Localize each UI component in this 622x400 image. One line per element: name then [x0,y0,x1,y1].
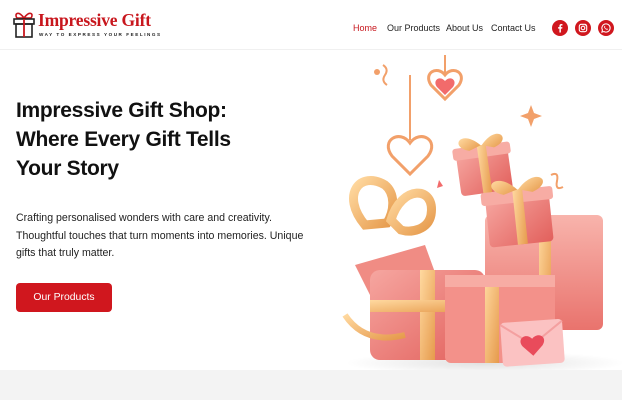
nav-item-our-products[interactable]: Our Products [387,23,440,33]
facebook-icon[interactable] [552,20,568,36]
hero-title-line: Your Story [16,157,119,180]
hero-title: Impressive Gift Shop: Where Every Gift T… [16,96,306,183]
nav-item-contact-us[interactable]: Contact Us [491,23,536,33]
nav-item-about-us[interactable]: About Us [446,23,483,33]
section-divider-band [0,370,622,400]
hero-title-line: Impressive Gift Shop: [16,99,227,122]
brand-name: Impressive Gift [38,10,151,30]
instagram-icon[interactable] [575,20,591,36]
hero-description-line: gifts that truly matter. [16,247,115,259]
gift-boxes-illustration [342,55,622,375]
hero-description-line: Thoughtful touches that turn moments int… [16,229,304,242]
brand-logo[interactable]: Impressive Gift WAY TO EXPRESS YOUR FEEL… [12,9,160,41]
brand-tagline: WAY TO EXPRESS YOUR FEELINGS [39,32,162,37]
site-header: Impressive Gift WAY TO EXPRESS YOUR FEEL… [0,0,622,50]
nav-item-home[interactable]: Home [353,23,377,33]
hero-description-line: Crafting personalised wonders with care … [16,212,272,224]
hero-description: Crafting personalised wonders with care … [16,210,304,263]
gift-logo-icon [13,12,35,38]
hero-title-line: Where Every Gift Tells [16,128,231,151]
whatsapp-icon[interactable] [598,20,614,36]
our-products-button[interactable]: Our Products [16,283,112,312]
